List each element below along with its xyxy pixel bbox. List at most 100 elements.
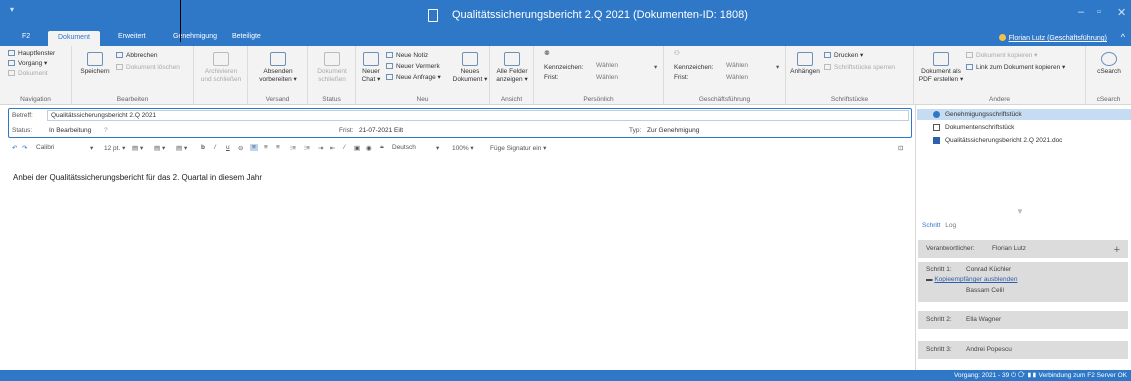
add-step-icon[interactable]: + (1114, 244, 1120, 256)
frist-waehlen[interactable]: Wählen (596, 74, 618, 82)
font-select[interactable]: Calibri (36, 144, 54, 151)
outdent-icon[interactable]: ⇤ (330, 144, 335, 152)
numbered-list-icon[interactable]: ⁝≡ (304, 144, 310, 152)
line-spacing-icon[interactable]: ▤ ▾ (176, 144, 187, 152)
document-list-item[interactable]: Qualitätssicherungsbericht 2.Q 2021.doc (917, 135, 1131, 146)
link-icon (966, 64, 973, 70)
underline-button[interactable]: u (226, 144, 230, 151)
gf-frist-waehlen[interactable]: Wählen (726, 74, 748, 82)
highlight-icon[interactable]: ▤ ▾ (154, 144, 165, 152)
kennzeichen-waehlen[interactable]: Wählen (596, 62, 618, 70)
expand-editor-icon[interactable]: ⊡ (898, 144, 903, 152)
document-list-item[interactable]: Genehmigungsschriftstück (917, 109, 1131, 120)
archivieren-button[interactable]: Archivieren und schließen (198, 52, 244, 84)
link-kopieren-button[interactable]: Link zum Dokument kopieren ▾ (966, 64, 1065, 72)
group-ansicht: Alle Felder anzeigen ▾ Ansicht (490, 46, 534, 105)
neuer-vermerk-button[interactable]: Neuer Vermerk (386, 63, 440, 71)
zoom-select[interactable]: 100% ▾ (452, 144, 474, 152)
remark-icon (386, 63, 393, 69)
speichern-button[interactable]: Speichern (78, 52, 112, 76)
tab-log[interactable]: Log (945, 222, 956, 229)
group-archivieren: Archivieren und schließen (194, 46, 248, 105)
alle-felder-label: Alle Felder (496, 68, 528, 75)
align-center-icon[interactable]: ≡ (264, 144, 268, 151)
group-label: Versand (265, 96, 290, 103)
kopieempfaenger-toggle[interactable]: ▬ Kopieempfänger ausblenden (926, 276, 1017, 283)
abbrechen-button[interactable]: Abbrechen (116, 52, 157, 60)
redo-icon[interactable]: ↷ (22, 144, 27, 152)
document-name: Genehmigungsschriftstück (945, 111, 1022, 118)
bold-button[interactable]: b (201, 144, 205, 151)
app-menu-icon[interactable]: ▾ (10, 5, 14, 14)
csearch-button[interactable]: cSearch (1090, 52, 1128, 76)
neues-dokument-button[interactable]: Neues Dokument ▾ (452, 52, 488, 84)
step-1-box[interactable]: Schritt 1: Conrad Küchler ▬ Kopieempfäng… (918, 262, 1128, 302)
dokument-loeschen-button[interactable]: Dokument löschen (116, 64, 180, 72)
text-color-icon[interactable]: ▤ ▾ (132, 144, 143, 152)
pdf-erstellen-button[interactable]: Dokument als PDF erstellen ▾ (918, 52, 964, 84)
font-size-select[interactable]: 12 pt. ▾ (104, 144, 125, 152)
neuer-chat-button[interactable]: Neuer Chat ▾ (358, 52, 384, 84)
betreff-field[interactable]: Qualitätssicherungsbericht 2.Q 2021 (47, 110, 909, 121)
step-3-box[interactable]: Schritt 3: Andrei Popescu (918, 341, 1128, 359)
splitter-chevron-icon[interactable]: ▼ (1016, 207, 1024, 216)
typ-value[interactable]: Zur Genehmigung (647, 127, 699, 134)
chevron-down-icon[interactable]: ▾ (776, 64, 779, 72)
link-label: Link zum Dokument kopieren ▾ (976, 64, 1066, 71)
vorgang-button[interactable]: Vorgang ▾ (8, 60, 47, 68)
dokument-kopieren-button[interactable]: Dokument kopieren ▾ (966, 52, 1037, 60)
align-left-icon[interactable]: ≡ (250, 144, 258, 151)
step-2-box[interactable]: Schritt 2: Ella Wagner (918, 311, 1128, 329)
language-select[interactable]: Deutsch (392, 144, 416, 151)
bullet-list-icon[interactable]: ⁝≡ (290, 144, 296, 152)
anfrage-label: Neue Anfrage ▾ (396, 74, 441, 81)
frist-value[interactable]: 21-07-2021 Eilt (359, 127, 403, 134)
archive-icon (213, 52, 229, 66)
neues-dokument-label-2: Dokument ▾ (452, 76, 488, 83)
dokument-schliessen-button[interactable]: Dokument schließen (312, 52, 352, 84)
user-link[interactable]: Florian Lutz (Geschäftsführung) (998, 34, 1107, 42)
tab-erweitert[interactable]: Erweitert (118, 33, 146, 40)
alle-felder-button[interactable]: Alle Felder anzeigen ▾ (492, 52, 532, 84)
sperren-button[interactable]: Schriftstücke sperren (824, 64, 895, 72)
tab-dokument[interactable]: Dokument (48, 31, 100, 46)
tab-f2[interactable]: F2 (22, 33, 30, 40)
anhaengen-button[interactable]: Anhängen (788, 52, 822, 76)
help-icon[interactable]: ? (104, 127, 108, 134)
font-chevron-icon[interactable]: ▾ (90, 144, 93, 152)
signature-select[interactable]: Füge Signatur ein ▾ (490, 144, 546, 152)
align-right-icon[interactable]: ≡ (276, 144, 280, 151)
collapse-ribbon-icon[interactable]: ^ (1121, 32, 1125, 42)
minimize-button[interactable]: – (1078, 6, 1084, 18)
table-icon[interactable]: ◉ (366, 144, 372, 152)
paperclip-icon (797, 52, 813, 66)
chevron-down-icon[interactable]: ▾ (654, 64, 657, 72)
group-status: Dokument schließen Status (308, 46, 356, 105)
gf-kennzeichen-waehlen[interactable]: Wählen (726, 62, 748, 70)
italic-button[interactable]: / (214, 144, 216, 151)
neue-anfrage-button[interactable]: Neue Anfrage ▾ (386, 74, 441, 82)
tab-schritt[interactable]: Schritt (922, 222, 940, 229)
lock-icon (824, 64, 831, 70)
spellcheck-icon[interactable]: ⩧ (380, 144, 384, 152)
drucken-label: Drucken ▾ (834, 52, 864, 59)
alle-felder-label-2: anzeigen ▾ (496, 76, 528, 83)
hauptfenster-button[interactable]: Hauptfenster (8, 50, 55, 58)
step-label: Schritt 1: (926, 266, 952, 273)
drucken-button[interactable]: Drucken ▾ (824, 52, 863, 60)
maximize-button[interactable]: ▫ (1097, 6, 1101, 18)
tab-beteiligte[interactable]: Beteiligte (232, 33, 261, 40)
neue-notiz-button[interactable]: Neue Notiz (386, 52, 428, 60)
document-list-item[interactable]: Dokumentenschriftstück (917, 122, 1131, 133)
editor-body[interactable]: Anbei der Qualitätssicherungsbericht für… (13, 173, 262, 182)
undo-icon[interactable]: ↶ (12, 144, 17, 152)
verantwortlicher-box: Verantwortlicher: Florian Lutz + (918, 240, 1128, 258)
absenden-button[interactable]: Absenden vorbereiten ▾ (252, 52, 304, 84)
dokument-nav-button[interactable]: Dokument (8, 70, 48, 78)
link-icon[interactable]: ⁄ (344, 144, 345, 151)
language-chevron-icon[interactable]: ▾ (436, 144, 439, 152)
indent-icon[interactable]: ⇥ (318, 144, 323, 152)
image-icon[interactable]: ▣ (354, 144, 360, 152)
close-button[interactable]: ✕ (1117, 6, 1126, 19)
strikethrough-icon[interactable]: ⊖ (238, 144, 243, 152)
